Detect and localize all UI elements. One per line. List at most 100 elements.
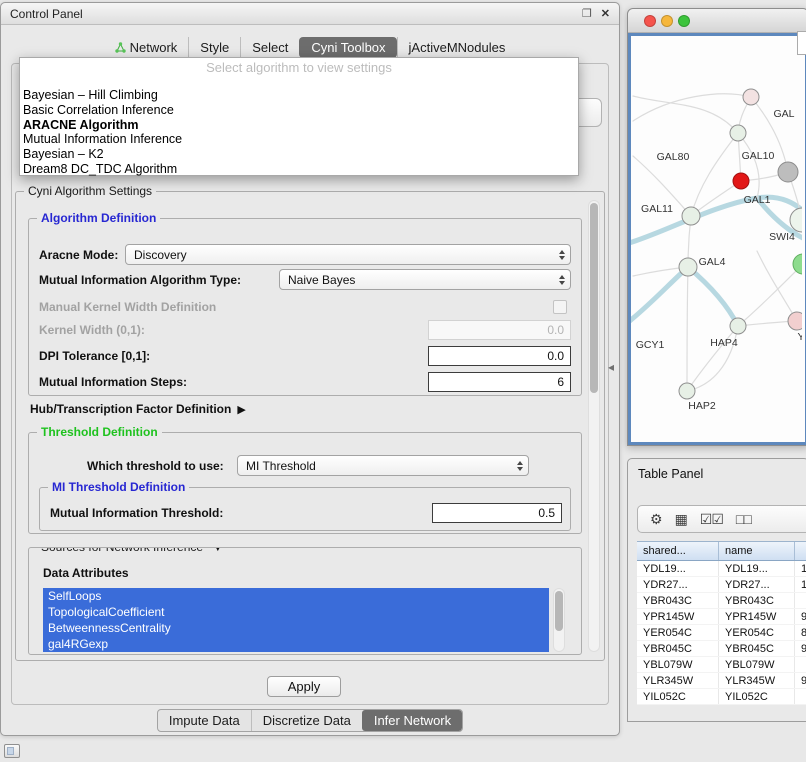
node-label: HAP4	[710, 337, 738, 349]
control-panel-titlebar: Control Panel ❐ ✕	[1, 3, 619, 25]
zoom-traffic-light-icon[interactable]	[678, 15, 690, 27]
tab-jactivemnodules[interactable]: jActiveMNodules	[397, 37, 517, 58]
table-cell: YDR27...	[719, 577, 795, 592]
dpi-tolerance-input[interactable]: 0.0	[428, 346, 571, 366]
unselect-all-columns-icon[interactable]: □□	[736, 512, 751, 526]
column-header[interactable]	[795, 542, 806, 560]
which-threshold-row: Which threshold to use: MI Threshold	[39, 455, 571, 477]
settings-scrollbar[interactable]	[588, 200, 600, 652]
network-node[interactable]	[682, 207, 700, 225]
hub-definition-toggle[interactable]: Hub/Transcription Factor Definition ▶	[30, 402, 246, 416]
top-tabs-container: NetworkStyleSelectCyni ToolboxjActiveMNo…	[1, 37, 619, 58]
apply-button[interactable]: Apply	[267, 676, 341, 697]
table-cell: YLR345W	[637, 673, 719, 688]
column-header[interactable]: name	[719, 542, 795, 560]
attribute-list-item[interactable]: TopologicalCoefficient	[43, 604, 549, 620]
kernel-width-input[interactable]: 0.0	[428, 320, 571, 340]
mi-type-value: Naive Bayes	[288, 273, 355, 287]
algorithm-option-list: Bayesian – Hill ClimbingBasic Correlatio…	[20, 88, 578, 177]
close-window-button[interactable]: ✕	[601, 8, 610, 20]
minimize-traffic-light-icon[interactable]	[661, 15, 673, 27]
table-row[interactable]: YIL052CYIL052C	[637, 689, 806, 705]
attribute-list-item[interactable]: SelfLoops	[43, 588, 549, 604]
table-cell: YBR043C	[637, 593, 719, 608]
column-header[interactable]: shared...	[637, 542, 719, 560]
algorithm-option[interactable]: Bayesian – Hill Climbing	[20, 88, 578, 103]
tab-style[interactable]: Style	[188, 37, 240, 58]
settings-group-title: Cyni Algorithm Settings	[24, 184, 156, 198]
network-graph[interactable]: GALGAL80GAL10GAL11GAL1SWI4GAL4GCY1HAP4HA…	[631, 36, 802, 442]
aracne-mode-select[interactable]: Discovery	[125, 244, 571, 265]
table-toolbar: ⚙ ▦ ☑☑ □□	[637, 505, 806, 533]
table-row[interactable]: YLR345WYLR345W9.	[637, 673, 806, 689]
table-row[interactable]: YPR145WYPR145W9.	[637, 609, 806, 625]
network-node[interactable]	[790, 208, 802, 232]
float-window-button[interactable]: ❐	[582, 8, 592, 20]
algorithm-option[interactable]: ARACNE Algorithm	[20, 118, 578, 133]
network-node[interactable]	[788, 312, 802, 330]
table-row[interactable]: YBR043CYBR043C	[637, 593, 806, 609]
network-node[interactable]	[778, 162, 798, 182]
which-threshold-label: Which threshold to use:	[87, 459, 224, 473]
attributes-scrollbar[interactable]	[553, 588, 565, 652]
network-edge	[631, 267, 688, 324]
dropdown-arrows-icon	[517, 461, 523, 471]
algorithm-definition-group: Algorithm Definition Aracne Mode: Discov…	[28, 218, 582, 396]
algorithm-option[interactable]: Mutual Information Inference	[20, 132, 578, 147]
network-node[interactable]	[730, 125, 746, 141]
network-node[interactable]	[679, 258, 697, 276]
data-attributes-list[interactable]: SelfLoopsTopologicalCoefficientBetweenne…	[43, 588, 549, 652]
tab-network[interactable]: Network	[104, 37, 189, 58]
close-traffic-light-icon[interactable]	[644, 15, 656, 27]
table-row[interactable]: YBR045CYBR045C9.	[637, 641, 806, 657]
table-cell: YIL052C	[719, 689, 795, 704]
settings-gear-icon[interactable]: ⚙	[650, 512, 662, 526]
network-window-titlebar[interactable]	[628, 9, 806, 33]
which-threshold-select[interactable]: MI Threshold	[237, 455, 529, 476]
network-node[interactable]	[743, 89, 759, 105]
network-edge	[687, 267, 688, 391]
sources-group-title[interactable]: Sources for Network Inference ▼	[37, 547, 227, 554]
tab-cyni-toolbox[interactable]: Cyni Toolbox	[299, 37, 396, 58]
attribute-list-item[interactable]: BetweennessCentrality	[43, 620, 549, 636]
mi-type-select[interactable]: Naive Bayes	[279, 269, 571, 290]
algorithm-option[interactable]: Bayesian – K2	[20, 147, 578, 162]
hub-definition-label: Hub/Transcription Factor Definition	[30, 402, 231, 416]
table-row[interactable]: YER054CYER054C8.	[637, 625, 806, 641]
table-row[interactable]: YBL079WYBL079W	[637, 657, 806, 673]
panel-resize-arrow-icon[interactable]: ◂	[608, 360, 614, 374]
window-controls: ❐ ✕	[582, 8, 610, 20]
mi-threshold-input[interactable]: 0.5	[432, 503, 562, 523]
network-node[interactable]	[730, 318, 746, 334]
table-row[interactable]: YDR27...YDR27...12	[637, 577, 806, 593]
network-canvas[interactable]: GALGAL80GAL10GAL11GAL1SWI4GAL4GCY1HAP4HA…	[628, 33, 806, 445]
threshold-definition-title: Threshold Definition	[37, 425, 162, 439]
manual-kernel-checkbox[interactable]	[553, 300, 567, 314]
dropdown-arrows-icon	[559, 250, 565, 260]
kernel-width-value: 0.0	[547, 323, 564, 337]
mi-threshold-value: 0.5	[538, 506, 555, 520]
bottom-tab-discretize-data[interactable]: Discretize Data	[251, 710, 362, 731]
network-node[interactable]	[679, 383, 695, 399]
kernel-width-label: Kernel Width (0,1):	[39, 323, 145, 337]
show-columns-icon[interactable]: ▦	[675, 512, 687, 526]
tab-select[interactable]: Select	[240, 37, 299, 58]
select-all-columns-icon[interactable]: ☑☑	[700, 512, 723, 526]
bottom-tab-impute-data[interactable]: Impute Data	[158, 710, 251, 731]
bottom-tab-infer-network[interactable]: Infer Network	[362, 710, 462, 731]
docked-panel-icon[interactable]	[4, 744, 20, 758]
dropdown-arrows-icon	[559, 275, 565, 285]
network-node[interactable]	[793, 254, 802, 274]
network-node[interactable]	[733, 173, 749, 189]
table-cell: 9.	[795, 673, 806, 688]
table-row[interactable]: YDL19...YDL19...13	[637, 561, 806, 577]
algorithm-option[interactable]: Dream8 DC_TDC Algorithm	[20, 162, 578, 177]
control-panel-window: Control Panel ❐ ✕ NetworkStyleSelectCyni…	[0, 2, 620, 736]
attributes-scrollbar-thumb[interactable]	[555, 591, 563, 631]
network-edge	[688, 267, 738, 326]
mi-steps-input[interactable]: 6	[428, 372, 571, 392]
algorithm-option[interactable]: Basic Correlation Inference	[20, 103, 578, 118]
attribute-list-item[interactable]: gal4RGexp	[43, 636, 549, 652]
settings-scrollbar-thumb[interactable]	[590, 203, 598, 393]
table-cell: YER054C	[637, 625, 719, 640]
